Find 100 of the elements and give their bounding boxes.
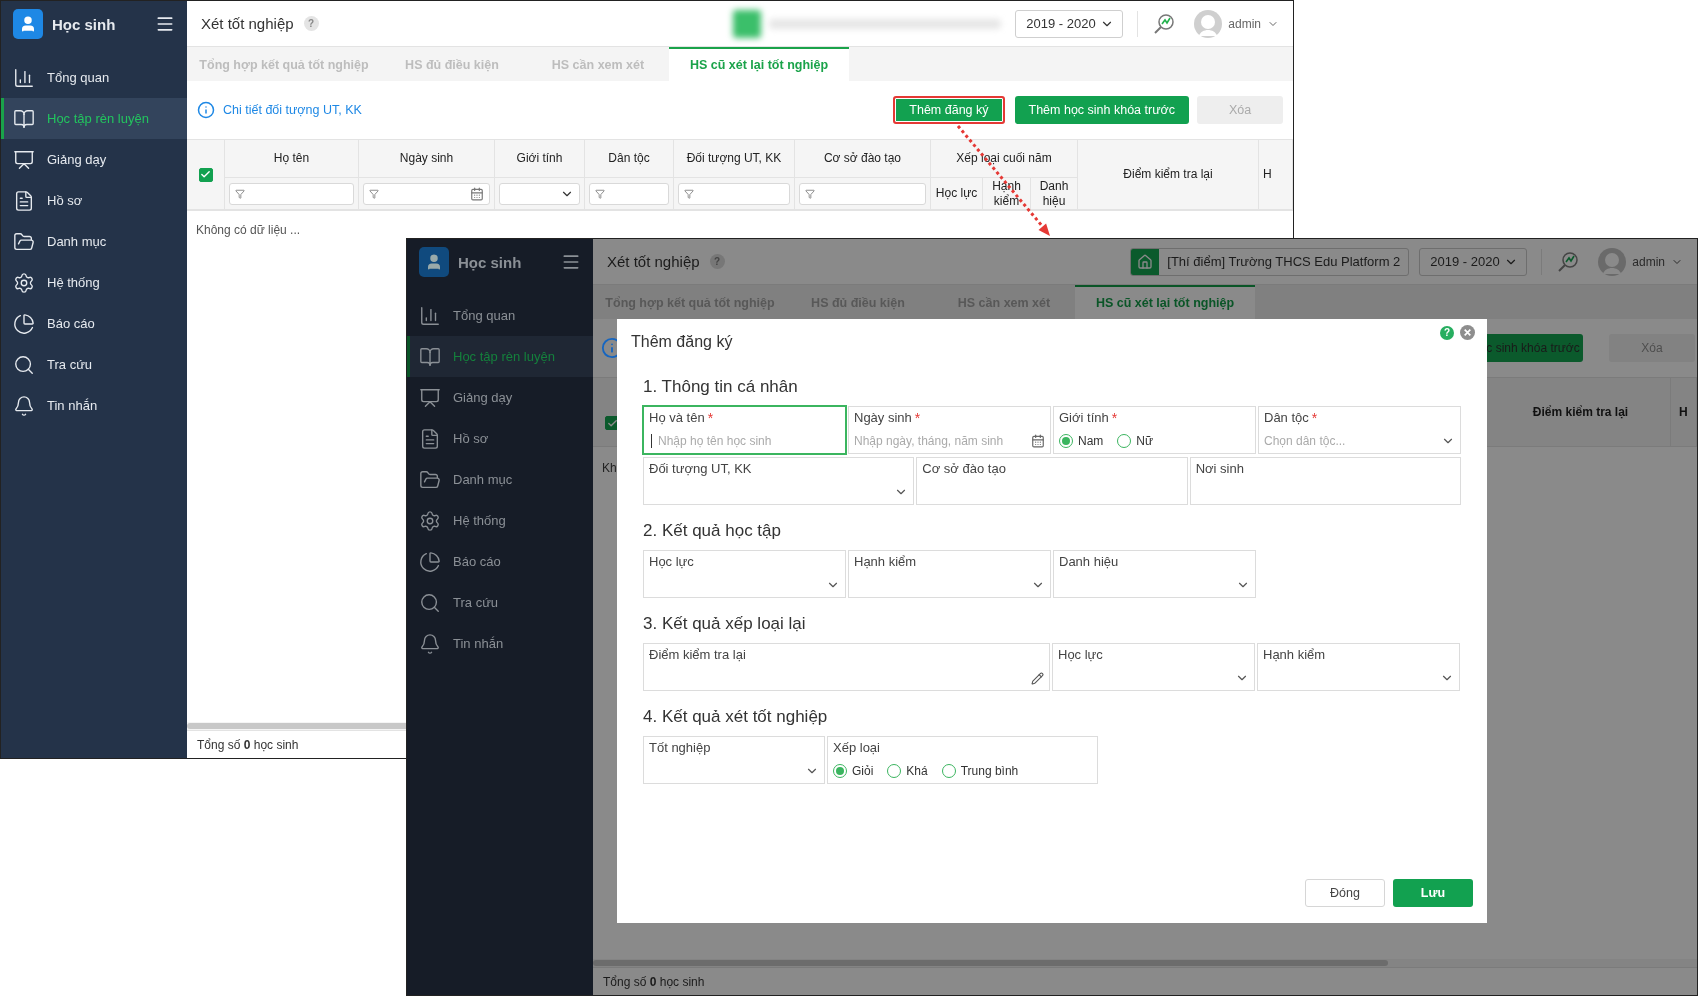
required-mark: * (1311, 410, 1318, 426)
field-label: Đối tượng UT, KK (649, 461, 752, 476)
magnifier-chart-icon[interactable] (1152, 11, 1177, 36)
sidebar-item[interactable]: Tổng quan (407, 295, 593, 336)
field-label: Hạnh kiểm (1263, 647, 1326, 662)
radio-group[interactable]: Giới tính * Nam Nữ (1053, 406, 1256, 454)
column-group-header: Xếp loại cuối năm (956, 151, 1052, 166)
section-title: 2. Kết quả học tập (643, 520, 782, 542)
select-all-checkbox[interactable] (605, 416, 617, 430)
dropdown-field[interactable]: Dân tộc * Chọn dân tộc... (1258, 406, 1461, 454)
text-field[interactable]: Điểm kiểm tra lại (643, 643, 1050, 691)
dropdown-field[interactable]: Học lực (1052, 643, 1255, 691)
school-selector[interactable]: [Thí điểm] Trường THCS Edu Platform 2 (1130, 247, 1410, 276)
radio-option[interactable]: Khá (887, 764, 928, 778)
column-header: Giới tính (516, 151, 563, 166)
text-field[interactable]: Họ và tên * Nhập họ tên học sinh (643, 406, 846, 454)
filter-dropdown[interactable] (499, 182, 580, 205)
bell-icon (13, 394, 35, 417)
text-field[interactable]: Cơ sở đào tạo (916, 457, 1188, 505)
filter-field[interactable] (229, 182, 354, 205)
filter-icon (684, 188, 694, 199)
required-mark: * (914, 410, 921, 426)
radio-option[interactable]: Nam (1059, 434, 1104, 448)
sidebar-item[interactable]: Hệ thống (407, 500, 593, 541)
dropdown-field[interactable]: Danh hiệu (1053, 550, 1256, 598)
sidebar-item[interactable]: Hồ sơ (407, 418, 593, 459)
field-label: Giới tính (1059, 410, 1109, 425)
sidebar-item[interactable]: Hệ thống (1, 262, 187, 303)
close-button[interactable]: Đóng (1305, 879, 1385, 907)
filter-field[interactable] (678, 182, 790, 205)
total-count: Tổng số 0 học sinh (603, 974, 705, 989)
document-icon (13, 189, 35, 212)
dropdown-field[interactable]: Tốt nghiệp (643, 736, 825, 784)
menu-icon[interactable] (561, 252, 581, 272)
empty-message: Kh (601, 460, 617, 475)
house-icon (1137, 253, 1154, 270)
field-label: Học lực (1058, 647, 1103, 662)
sidebar-item[interactable]: Tổng quan (1, 57, 187, 98)
magnifier-chart-icon[interactable] (1556, 249, 1581, 274)
action-button[interactable]: Thêm học sinh khóa trước (1014, 96, 1189, 124)
sidebar-item[interactable]: Tra cứu (1, 344, 187, 385)
radio-group[interactable]: Xếp loại Giỏi Khá Trung bình (827, 736, 1098, 784)
user-menu[interactable]: admin (1194, 9, 1279, 38)
save-button[interactable]: Lưu (1393, 879, 1473, 907)
date-field[interactable]: Ngày sinh * Nhập ngày, tháng, năm sinh (848, 406, 1051, 454)
column-header: Dân tộc (608, 151, 650, 166)
sidebar-item[interactable]: Hồ sơ (1, 180, 187, 221)
dropdown-field[interactable]: Hạnh kiểm (1257, 643, 1460, 691)
user-menu[interactable]: admin (1598, 247, 1683, 276)
field-label: Cơ sở đào tạo (922, 461, 1006, 476)
sidebar-item[interactable]: Học tập rèn luyện (1, 98, 187, 139)
text-field[interactable]: Nơi sinh (1189, 457, 1461, 505)
sidebar-item[interactable]: Báo cáo (1, 303, 187, 344)
filter-field[interactable] (363, 182, 490, 205)
user-logo-icon (13, 9, 43, 39)
app-title: Học sinh (52, 15, 117, 33)
dropdown-field[interactable]: Hạnh kiểm (848, 550, 1051, 598)
radio-option[interactable]: Trung bình (941, 764, 1019, 778)
sidebar-item[interactable]: Giảng dạy (1, 139, 187, 180)
sidebar-item[interactable]: Danh mục (1, 221, 187, 262)
required-mark: * (1111, 410, 1118, 426)
sidebar-item[interactable]: Giảng dạy (407, 377, 593, 418)
pie-chart-icon (13, 312, 35, 335)
user-logo-icon (419, 247, 449, 277)
field-label: Xếp loại (833, 740, 880, 755)
sidebar-item[interactable]: Tin nhắn (1, 385, 187, 426)
tab[interactable]: HS cũ xét lại tốt nghiệp (669, 47, 849, 81)
column-header: H (1679, 405, 1688, 419)
sidebar-item[interactable]: Báo cáo (407, 541, 593, 582)
sidebar-item[interactable]: Danh mục (407, 459, 593, 500)
column-header: Danh hiệu (1038, 178, 1070, 209)
calendar-icon[interactable] (1031, 434, 1045, 448)
sidebar-item[interactable]: Tra cứu (407, 582, 593, 623)
column-header: Hạnh kiểm (991, 178, 1022, 209)
year-select[interactable]: 2019 - 2020 (1015, 9, 1124, 38)
info-icon (197, 101, 215, 119)
dropdown-field[interactable]: Đối tượng UT, KK (643, 457, 915, 505)
year-select[interactable]: 2019 - 2020 (1419, 247, 1528, 276)
radio-option[interactable]: Giỏi (833, 764, 874, 778)
sidebar-item[interactable]: Tin nhắn (407, 623, 593, 664)
document-icon (419, 427, 441, 450)
filter-field[interactable] (799, 182, 926, 205)
info-link[interactable]: Chi tiết đối tượng UT, KK (223, 103, 362, 117)
field-label: Hạnh kiểm (854, 554, 917, 569)
filter-field[interactable] (589, 182, 669, 205)
folder-icon (13, 230, 35, 253)
empty-message: Không có dữ liệu ... (195, 222, 302, 239)
column-header: Họ tên (273, 151, 310, 166)
field-label: Điểm kiểm tra lại (649, 647, 746, 662)
close-icon[interactable] (1460, 325, 1475, 340)
menu-icon[interactable] (155, 14, 175, 34)
avatar-icon[interactable] (1194, 9, 1223, 38)
action-button[interactable]: Thêm đăng ký (893, 96, 1005, 124)
calendar-icon (470, 186, 484, 201)
field-label: Ngày sinh (854, 410, 912, 425)
dropdown-field[interactable]: Học lực (643, 550, 846, 598)
column-header: Ngày sinh (399, 151, 454, 166)
select-all-checkbox[interactable] (198, 167, 213, 182)
radio-option[interactable]: Nữ (1117, 434, 1154, 448)
avatar-icon[interactable] (1598, 247, 1627, 276)
